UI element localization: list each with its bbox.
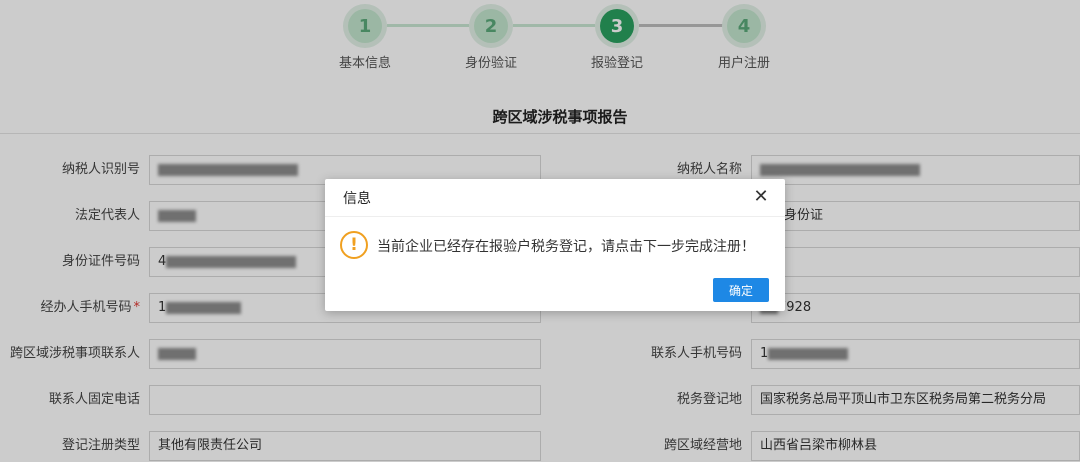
dialog-title: 信息 bbox=[343, 191, 371, 207]
info-dialog: 信息 ✕ ! 当前企业已经存在报验户税务登记，请点击下一步完成注册！ 确定 bbox=[325, 179, 785, 311]
dialog-header: 信息 ✕ bbox=[325, 179, 785, 217]
confirm-button[interactable]: 确定 bbox=[713, 278, 769, 302]
dialog-message: 当前企业已经存在报验户税务登记，请点击下一步完成注册！ bbox=[377, 239, 755, 255]
close-icon[interactable]: ✕ bbox=[751, 187, 771, 207]
warning-icon: ! bbox=[340, 231, 368, 259]
